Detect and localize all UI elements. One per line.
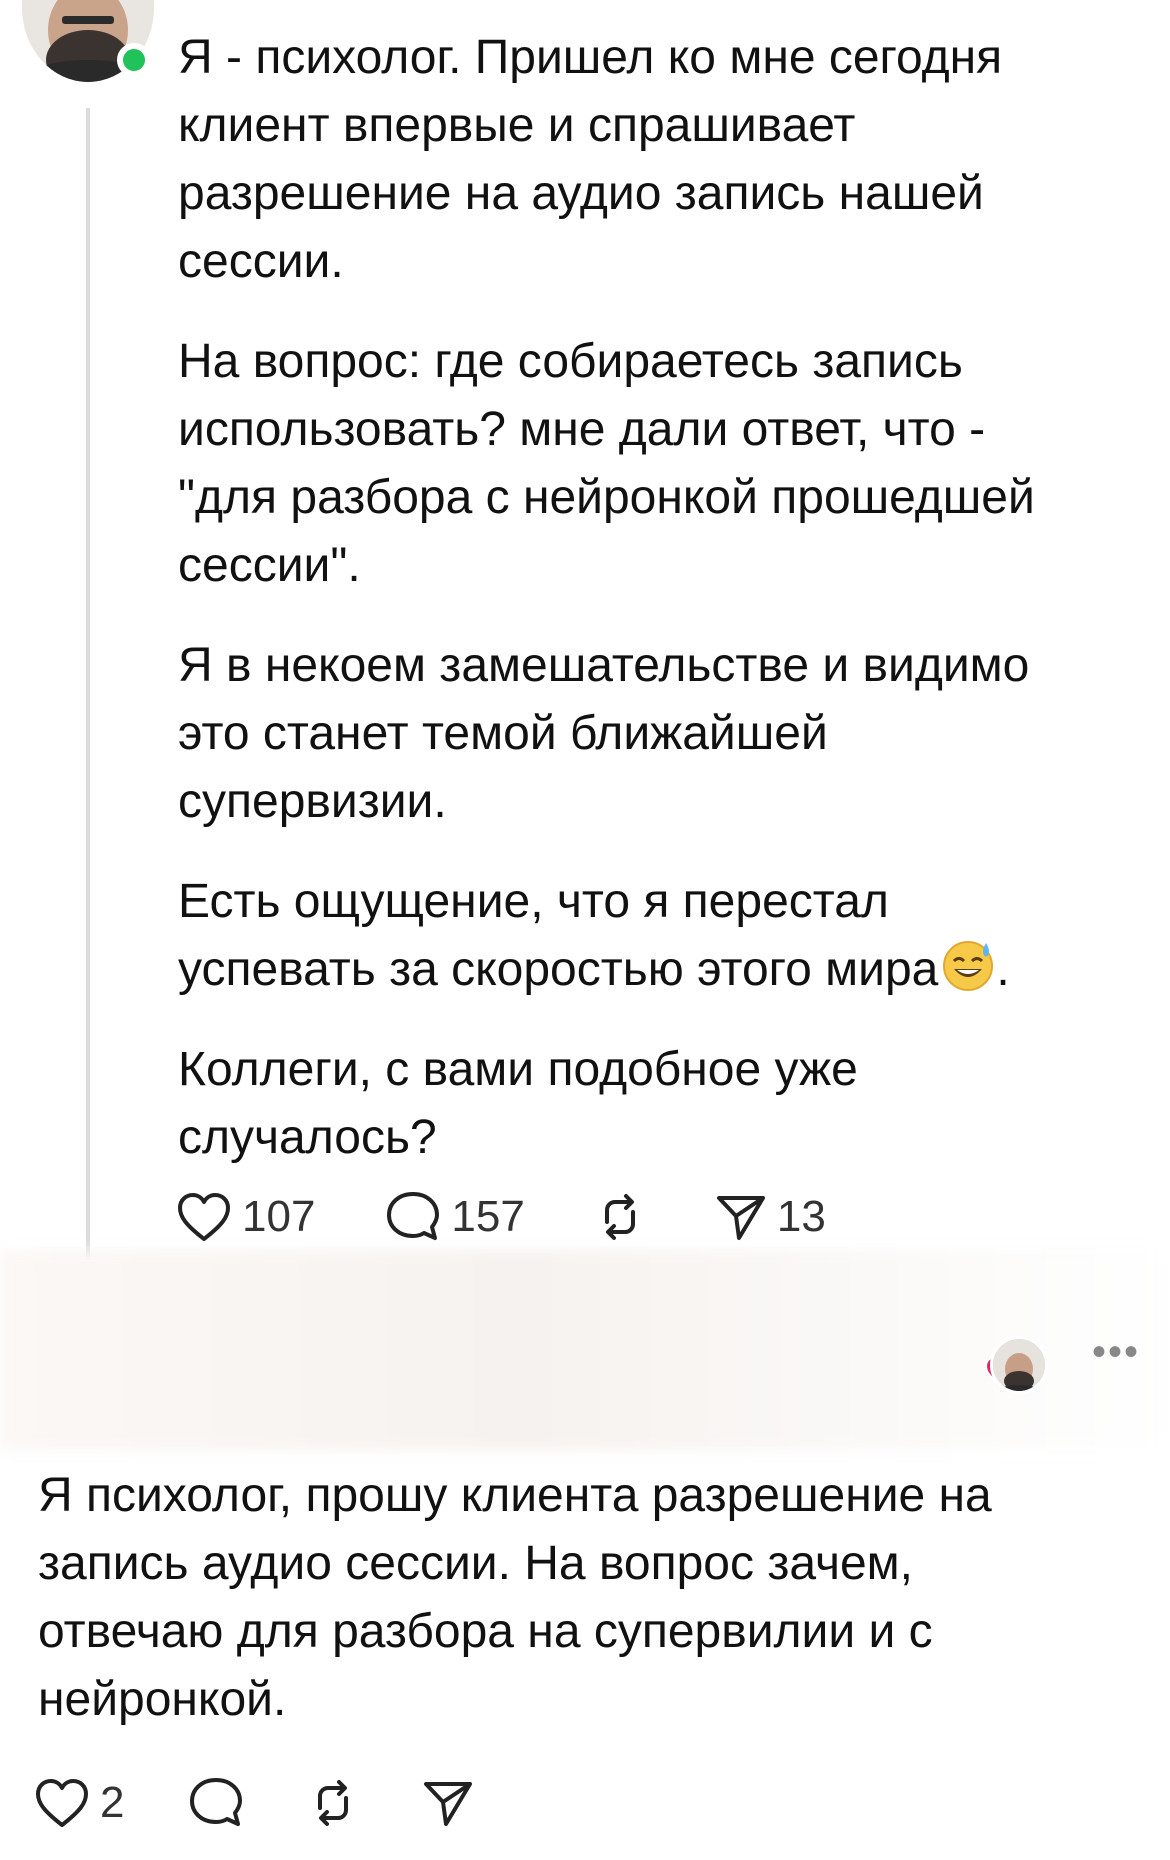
liked-by-author-avatar (990, 1336, 1048, 1394)
sweat-smile-emoji-icon (943, 941, 994, 991)
post-paragraph-3: Я в некоем замешательстве и видимо это с… (178, 639, 1030, 828)
reply-share-button[interactable] (422, 1778, 474, 1828)
share-icon (424, 1782, 473, 1826)
post-paragraph-1: Я - психолог. Пришел ко мне сегодня клие… (178, 31, 1003, 288)
reply-repost-button[interactable] (308, 1778, 358, 1828)
comment-count: 157 (451, 1192, 525, 1241)
share-icon (716, 1196, 765, 1240)
share-button[interactable]: 13 (715, 1192, 826, 1242)
post-paragraph-4-text: Есть ощущение, что я перестал успевать з… (178, 875, 939, 996)
comment-button[interactable]: 157 (385, 1190, 525, 1244)
reply-actions: 2 (34, 1776, 544, 1830)
comment-icon (387, 1192, 440, 1240)
online-status-indicator (117, 43, 151, 77)
more-options-button[interactable]: ••• (1092, 1330, 1140, 1375)
post-paragraph-4: Есть ощущение, что я перестал успевать з… (178, 868, 1118, 1004)
post-paragraph-5: Коллеги, с вами подобное уже случалось? (178, 1043, 858, 1164)
post-paragraph-2: На вопрос: где собираетесь запись исполь… (178, 335, 1035, 592)
heart-icon (36, 1779, 88, 1827)
share-count: 13 (776, 1192, 826, 1241)
reply-text: Я психолог, прошу клиента разрешение на … (38, 1469, 992, 1726)
avatar-photo (993, 1339, 1045, 1391)
thread-line (86, 108, 90, 1260)
reply-like-count: 2 (100, 1778, 125, 1827)
heart-icon (178, 1193, 230, 1241)
like-count: 107 (242, 1192, 316, 1241)
like-button[interactable]: 107 (176, 1191, 315, 1243)
post-paragraph-4-end: . (996, 943, 1010, 996)
post-actions: 107 157 13 (176, 1190, 896, 1244)
repost-icon (604, 1194, 635, 1240)
reply-header: ••• (40, 1330, 1140, 1410)
reply-like-button[interactable]: 2 (34, 1777, 124, 1829)
reply-comment-button[interactable] (188, 1776, 244, 1830)
repost-button[interactable] (595, 1192, 645, 1242)
post-body: Я - психолог. Пришел ко мне сегодня клие… (178, 24, 1118, 1204)
comment-icon (190, 1778, 243, 1826)
repost-icon (318, 1780, 349, 1826)
